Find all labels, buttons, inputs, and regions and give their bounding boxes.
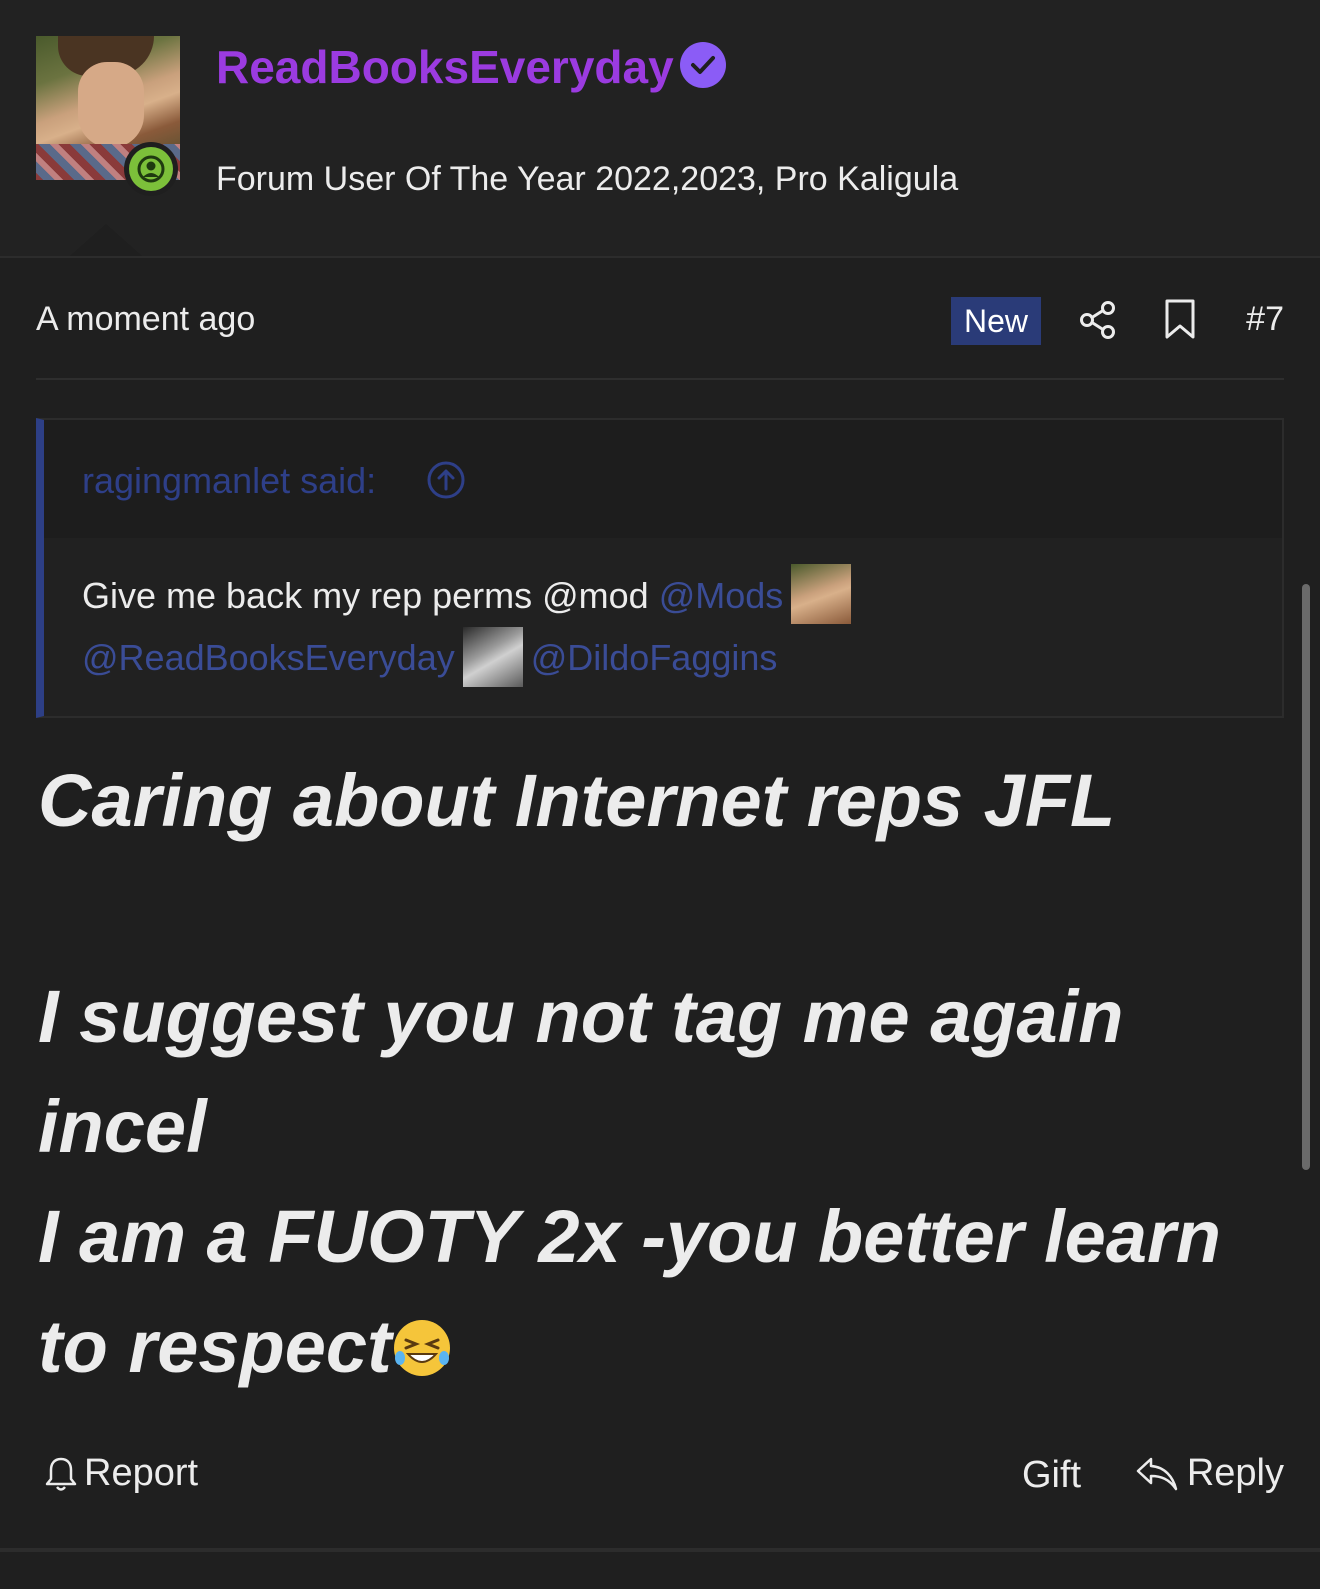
post-bottom-divider	[0, 1548, 1320, 1552]
post-actions: Report Gift Reply	[36, 1448, 1284, 1508]
share-icon[interactable]	[1078, 300, 1118, 340]
new-badge: New	[951, 297, 1041, 345]
forum-post: ReadBooksEveryday Forum User Of The Year…	[0, 0, 1320, 1589]
reply-label: Reply	[1186, 1452, 1284, 1494]
report-label: Report	[84, 1452, 199, 1494]
meta-divider	[36, 378, 1284, 380]
mini-avatar[interactable]	[462, 626, 523, 687]
post-line: incel	[38, 1085, 207, 1168]
mention-link[interactable]: @Mods	[659, 575, 784, 616]
bell-icon	[45, 1457, 77, 1491]
header-pointer	[70, 224, 142, 256]
post-author-header: ReadBooksEveryday Forum User Of The Year…	[0, 0, 1320, 258]
post-meta-row: A moment ago New #7	[36, 290, 1284, 354]
quote-author-link[interactable]: ragingmanlet said:	[82, 460, 376, 502]
post-line: Caring about Internet reps JFL	[38, 759, 1116, 842]
reply-button[interactable]: Reply	[1135, 1452, 1284, 1495]
bookmark-icon[interactable]	[1164, 298, 1196, 340]
scrollbar[interactable]	[1302, 584, 1310, 1170]
jump-to-quote-icon[interactable]	[426, 460, 466, 500]
mention-link[interactable]: @DildoFaggins	[531, 637, 778, 678]
username-link[interactable]: ReadBooksEveryday	[216, 40, 674, 94]
mention-link[interactable]: @ReadBooksEveryday	[82, 637, 455, 678]
verified-badge-icon	[680, 42, 726, 88]
post-content: Caring about Internet reps JFL I suggest…	[38, 746, 1288, 1402]
crying-laughing-emoji-icon	[393, 1320, 450, 1376]
mini-avatar[interactable]	[791, 564, 852, 625]
quote-text-prefix: Give me back my rep perms @mod	[82, 575, 649, 616]
user-title: Forum User Of The Year 2022,2023, Pro Ka…	[216, 160, 959, 198]
post-timestamp[interactable]: A moment ago	[36, 300, 255, 339]
quote-text: Give me back my rep perms @mod @Mods @Re…	[82, 564, 1262, 691]
quote-header: ragingmanlet said:	[44, 420, 1282, 538]
online-status-icon	[124, 142, 178, 196]
gift-button[interactable]: Gift	[1022, 1454, 1081, 1497]
quote-block: ragingmanlet said: Give me back my rep p…	[36, 418, 1284, 718]
post-line: I am a FUOTY 2x -you better learn	[38, 1195, 1221, 1278]
reply-icon	[1136, 1457, 1178, 1490]
post-number-link[interactable]: #7	[1246, 300, 1284, 339]
post-line: to respect	[38, 1305, 392, 1388]
post-line: I suggest you not tag me again	[38, 975, 1124, 1058]
report-button[interactable]: Report	[44, 1452, 198, 1495]
